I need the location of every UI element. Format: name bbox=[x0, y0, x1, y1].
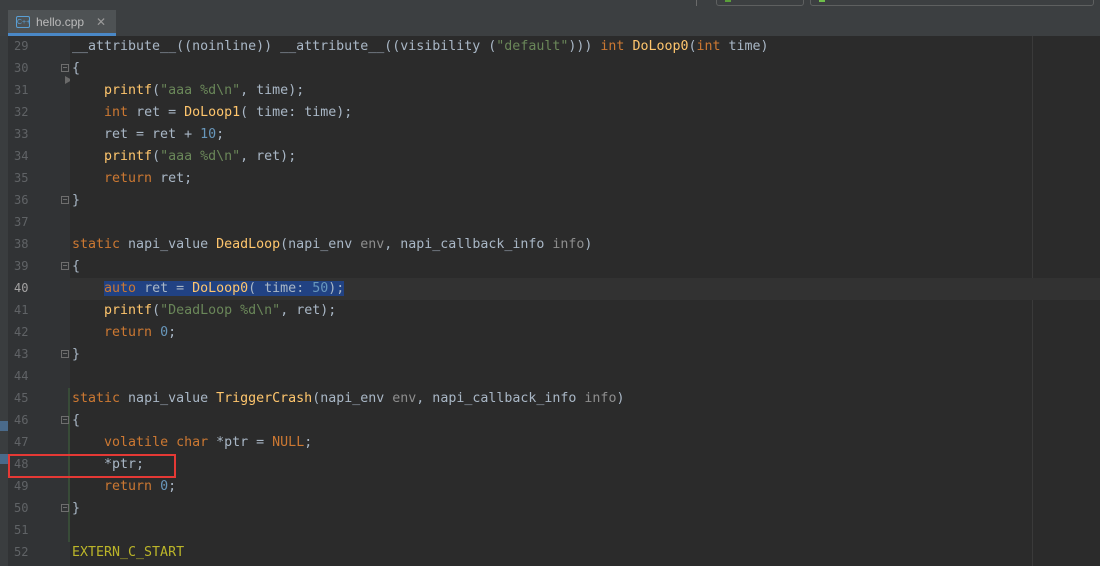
gutter-line-46[interactable]: 46 − bbox=[8, 410, 70, 432]
fold-toggle-icon[interactable]: − bbox=[61, 350, 69, 358]
code-line-50[interactable]: } bbox=[70, 498, 1100, 520]
toolbar-separator bbox=[696, 0, 697, 6]
line-number: 43 bbox=[14, 347, 29, 361]
line-number: 37 bbox=[14, 215, 29, 229]
code-line-45[interactable]: static napi_value TriggerCrash(napi_env … bbox=[70, 388, 1100, 410]
code-line-37[interactable] bbox=[70, 212, 1100, 234]
gutter-line-49[interactable]: 49 bbox=[8, 476, 70, 498]
gutter-line-35[interactable]: 35 bbox=[8, 168, 70, 190]
line-number: 33 bbox=[14, 127, 29, 141]
code-line-31[interactable]: printf("aaa %d\n", time); bbox=[70, 80, 1100, 102]
fold-toggle-icon[interactable]: − bbox=[61, 416, 69, 424]
line-number: 44 bbox=[14, 369, 29, 383]
line-number: 45 bbox=[14, 391, 29, 405]
line-number: 35 bbox=[14, 171, 29, 185]
code-line-47[interactable]: volatile char *ptr = NULL; bbox=[70, 432, 1100, 454]
code-line-46[interactable]: { bbox=[70, 410, 1100, 432]
editor-tab-bar: C++ hello.cpp ✕ bbox=[0, 0, 1100, 37]
gutter-line-32[interactable]: 32 bbox=[8, 102, 70, 124]
code-line-35[interactable]: return ret; bbox=[70, 168, 1100, 190]
code-line-48[interactable]: *ptr; bbox=[70, 454, 1100, 476]
line-number: 49 bbox=[14, 479, 29, 493]
gutter-line-34[interactable]: 34 bbox=[8, 146, 70, 168]
gutter-line-39[interactable]: 39 − bbox=[8, 256, 70, 278]
line-number: 47 bbox=[14, 435, 29, 449]
code-line-29[interactable]: __attribute__((noinline)) __attribute__(… bbox=[70, 36, 1100, 58]
fold-toggle-icon[interactable]: − bbox=[61, 196, 69, 204]
device-selector[interactable] bbox=[810, 0, 1094, 6]
line-number-gutter[interactable]: 29 30 − 31 32 33 34 35 36 − 37 38 39 − 40 41 42 43 − 44 45 46… bbox=[8, 36, 74, 566]
code-line-41[interactable]: printf("DeadLoop %d\n", ret); bbox=[70, 300, 1100, 322]
code-line-40[interactable]: auto ret = DoLoop0( time: 50); bbox=[70, 278, 1100, 300]
code-line-36[interactable]: } bbox=[70, 190, 1100, 212]
line-number: 31 bbox=[14, 83, 29, 97]
line-number: 41 bbox=[14, 303, 29, 317]
line-number: 46 bbox=[14, 413, 29, 427]
code-line-44[interactable] bbox=[70, 366, 1100, 388]
line-number: 32 bbox=[14, 105, 29, 119]
gutter-line-36[interactable]: 36 − bbox=[8, 190, 70, 212]
code-line-43[interactable]: } bbox=[70, 344, 1100, 366]
line-number: 42 bbox=[14, 325, 29, 339]
fold-toggle-icon[interactable]: − bbox=[61, 262, 69, 270]
gutter-line-52[interactable]: 52 bbox=[8, 542, 70, 564]
line-number: 38 bbox=[14, 237, 29, 251]
cpp-file-icon: C++ bbox=[16, 15, 30, 28]
gutter-line-29[interactable]: 29 bbox=[8, 36, 70, 58]
gutter-line-45[interactable]: 45 bbox=[8, 388, 70, 410]
line-number: 39 bbox=[14, 259, 29, 273]
highlight-box-line-48 bbox=[8, 454, 176, 478]
line-number: 40 bbox=[14, 281, 29, 295]
code-line-34[interactable]: printf("aaa %d\n", ret); bbox=[70, 146, 1100, 168]
gutter-line-37[interactable]: 37 bbox=[8, 212, 70, 234]
run-configuration-selector[interactable] bbox=[716, 0, 804, 6]
line-number: 36 bbox=[14, 193, 29, 207]
code-line-39[interactable]: { bbox=[70, 256, 1100, 278]
code-line-30[interactable]: { bbox=[70, 58, 1100, 80]
gutter-line-40[interactable]: 40 bbox=[8, 278, 70, 300]
code-line-42[interactable]: return 0; bbox=[70, 322, 1100, 344]
code-line-32[interactable]: int ret = DoLoop1( time: time); bbox=[70, 102, 1100, 124]
gutter-line-44[interactable]: 44 bbox=[8, 366, 70, 388]
close-icon[interactable]: ✕ bbox=[96, 15, 106, 29]
fold-toggle-icon[interactable]: − bbox=[61, 504, 69, 512]
gutter-line-30[interactable]: 30 − bbox=[8, 58, 70, 80]
gutter-line-31[interactable]: 31 bbox=[8, 80, 70, 102]
line-number: 34 bbox=[14, 149, 29, 163]
code-line-38[interactable]: static napi_value DeadLoop(napi_env env,… bbox=[70, 234, 1100, 256]
gutter-line-42[interactable]: 42 bbox=[8, 322, 70, 344]
gutter-line-41[interactable]: 41 bbox=[8, 300, 70, 322]
line-number: 52 bbox=[14, 545, 29, 559]
fold-toggle-icon[interactable]: − bbox=[61, 64, 69, 72]
code-line-52[interactable]: EXTERN_C_START bbox=[70, 542, 1100, 564]
line-number: 29 bbox=[14, 39, 29, 53]
gutter-line-51[interactable]: 51 bbox=[8, 520, 70, 542]
gutter-line-43[interactable]: 43 − bbox=[8, 344, 70, 366]
line-number: 50 bbox=[14, 501, 29, 515]
gutter-line-38[interactable]: 38 bbox=[8, 234, 70, 256]
tab-hello-cpp[interactable]: C++ hello.cpp ✕ bbox=[8, 10, 117, 36]
code-line-51[interactable] bbox=[70, 520, 1100, 542]
line-number: 30 bbox=[14, 61, 29, 75]
code-line-33[interactable]: ret = ret + 10; bbox=[70, 124, 1100, 146]
line-number: 51 bbox=[14, 523, 29, 537]
code-editor[interactable]: __attribute__((noinline)) __attribute__(… bbox=[70, 36, 1100, 566]
code-line-49[interactable]: return 0; bbox=[70, 476, 1100, 498]
side-panel-edge bbox=[0, 36, 8, 566]
gutter-line-47[interactable]: 47 bbox=[8, 432, 70, 454]
gutter-line-50[interactable]: 50 − bbox=[8, 498, 70, 520]
tab-title: hello.cpp bbox=[36, 14, 85, 29]
gutter-line-33[interactable]: 33 bbox=[8, 124, 70, 146]
